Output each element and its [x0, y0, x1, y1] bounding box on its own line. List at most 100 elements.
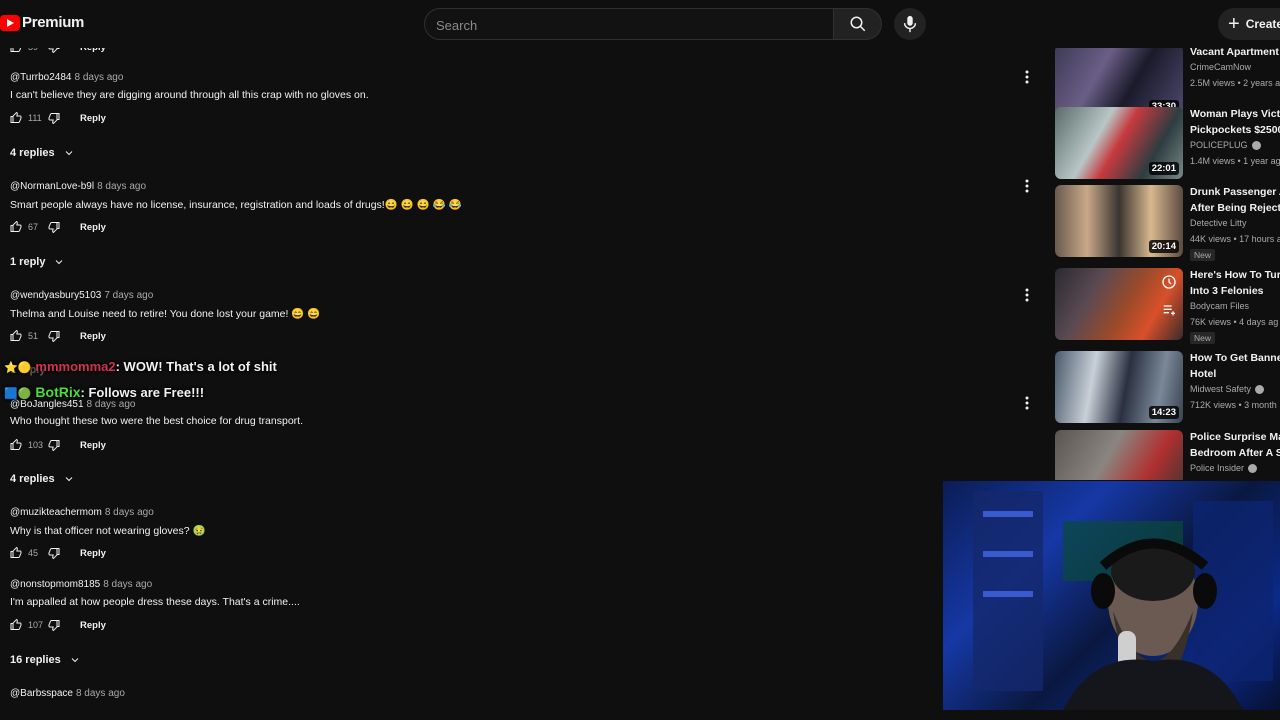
comment-author[interactable]: @wendyasbury5103 7 days ago [10, 290, 153, 301]
verified-icon [1255, 384, 1265, 394]
chat-username: BotRix [35, 384, 81, 400]
comment-text: Who thought these two were the best choi… [10, 415, 303, 427]
add-to-queue-icon[interactable] [1161, 302, 1177, 323]
watch-later-icon[interactable] [1161, 274, 1177, 295]
youtube-premium-logo[interactable]: Premium [0, 14, 84, 31]
reply-button[interactable]: Reply [80, 440, 106, 451]
dislike-icon[interactable] [48, 619, 60, 631]
like-count: 51 [28, 331, 39, 341]
comment-actions: 107 Reply [10, 618, 106, 632]
chevron-down-icon [65, 151, 72, 156]
replies-toggle[interactable]: 4 replies [10, 147, 75, 159]
dislike-icon[interactable] [48, 330, 60, 342]
verified-icon [1248, 463, 1258, 473]
youtube-play-icon [0, 14, 20, 31]
channel-name[interactable]: Midwest Safety [1190, 384, 1265, 394]
comment-text: Smart people always have no license, ins… [10, 199, 462, 211]
comment-text: I can't believe they are digging around … [10, 89, 369, 101]
comment-time: 8 days ago [75, 688, 125, 699]
channel-name[interactable]: Detective Litty [1190, 218, 1247, 228]
comment-time: 8 days ago [103, 579, 153, 590]
dislike-icon[interactable] [48, 112, 60, 124]
search-input[interactable] [425, 9, 818, 41]
video-meta: 1.4M views • 1 year ag [1190, 156, 1280, 166]
dislike-icon[interactable] [48, 439, 60, 451]
chevron-down-icon [65, 477, 72, 482]
related-video[interactable]: 20:14 Drunk Passenger A After Being Rejec… [1055, 185, 1280, 261]
like-icon[interactable] [10, 619, 22, 631]
replies-toggle[interactable]: 4 replies [10, 473, 75, 485]
like-icon[interactable] [10, 330, 22, 342]
comment-actions: 103 Reply [10, 438, 106, 452]
comment-text: I'm appalled at how people dress these d… [10, 596, 300, 608]
comment-time: 8 days ago [97, 181, 147, 192]
reply-button[interactable]: Reply [80, 548, 106, 559]
video-title[interactable]: Drunk Passenger A After Being Rejecte [1190, 185, 1280, 216]
replies-toggle[interactable]: 1 reply [10, 256, 65, 268]
comment-actions: 51 Reply [10, 329, 106, 343]
channel-name[interactable]: CrimeCamNow [1190, 62, 1251, 72]
like-icon[interactable] [10, 112, 22, 124]
video-meta: 2.5M views • 2 years a [1190, 78, 1280, 88]
comment-author[interactable]: @nonstopmom8185 8 days ago [10, 579, 152, 590]
video-thumbnail[interactable]: 14:23 [1055, 351, 1183, 423]
like-count: 103 [28, 440, 44, 450]
like-count: 45 [28, 548, 39, 558]
reply-button[interactable]: Reply [80, 113, 106, 124]
related-video[interactable]: 22:01 Woman Plays Victi Pickpockets $2500… [1055, 107, 1280, 181]
video-meta: 76K views • 4 days ag [1190, 317, 1279, 327]
reply-button[interactable]: Reply [80, 620, 106, 631]
replies-toggle[interactable]: 16 replies [10, 654, 81, 666]
like-count: 111 [28, 113, 42, 123]
dislike-icon[interactable] [48, 547, 60, 559]
channel-name[interactable]: Police Insider [1190, 463, 1258, 473]
video-duration: 22:01 [1148, 162, 1179, 175]
more-options-icon[interactable] [1020, 288, 1034, 302]
verified-icon [1251, 140, 1261, 150]
more-options-icon[interactable] [1020, 396, 1034, 410]
video-title[interactable]: Here's How To Turr Into 3 Felonies [1190, 268, 1280, 299]
search-icon [850, 16, 865, 32]
like-count: 67 [28, 222, 39, 232]
comment-text: Thelma and Louise need to retire! You do… [10, 308, 321, 320]
like-icon[interactable] [10, 439, 22, 451]
video-meta: 44K views • 17 hours a [1190, 234, 1280, 244]
new-badge: New [1190, 332, 1216, 344]
like-count: 107 [28, 620, 44, 630]
comment-time: 7 days ago [104, 290, 154, 301]
reply-button[interactable]: Reply [80, 331, 106, 342]
comment-author[interactable]: @BoJangles451 8 days ago [10, 399, 135, 410]
more-options-icon[interactable] [1020, 179, 1034, 193]
video-title[interactable]: Woman Plays Victi Pickpockets $2500 [1190, 107, 1280, 138]
video-thumbnail[interactable] [1055, 430, 1183, 480]
related-video[interactable]: 14:23 How To Get Bannec Hotel Midwest Saf… [1055, 351, 1280, 425]
channel-name[interactable]: Bodycam Files [1190, 301, 1249, 311]
video-thumbnail[interactable]: 22:01 [1055, 107, 1183, 179]
dislike-icon[interactable] [48, 221, 60, 233]
webcam-overlay [943, 481, 1280, 710]
search-button[interactable] [834, 8, 882, 40]
comment-author[interactable]: @NormanLove-b9l 8 days ago [10, 181, 146, 192]
comment-author[interactable]: @muzikteachermom 8 days ago [10, 507, 154, 518]
reply-button[interactable]: Reply [80, 222, 106, 233]
chat-badge-icon: 🟦🟢 [4, 388, 32, 400]
video-duration: 20:14 [1148, 240, 1179, 253]
channel-name[interactable]: POLICEPLUG [1190, 140, 1261, 150]
more-options-icon[interactable] [1020, 70, 1034, 84]
comment-author[interactable]: @Barbsspace 8 days ago [10, 688, 125, 699]
like-icon[interactable] [10, 547, 22, 559]
video-thumbnail[interactable] [1055, 268, 1183, 340]
video-title[interactable]: How To Get Bannec Hotel [1190, 351, 1280, 382]
create-button[interactable]: + Create [1218, 8, 1280, 40]
like-icon[interactable] [10, 221, 22, 233]
voice-search-button[interactable] [894, 8, 926, 40]
related-video[interactable]: Here's How To Turr Into 3 Felonies Bodyca… [1055, 268, 1280, 344]
related-video[interactable]: Police Surprise Ma Bedroom After A S Poli… [1055, 430, 1280, 480]
video-meta: 712K views • 3 month [1190, 400, 1277, 410]
video-title[interactable]: Police Surprise Ma Bedroom After A S [1190, 430, 1280, 461]
logo-text: Premium [22, 14, 85, 31]
comment-time: 8 days ago [74, 72, 124, 83]
comment-author[interactable]: @Turrbo2484 8 days ago [10, 72, 123, 83]
chat-badge-icon: ⭐🟡 [4, 362, 32, 374]
video-thumbnail[interactable]: 20:14 [1055, 185, 1183, 257]
